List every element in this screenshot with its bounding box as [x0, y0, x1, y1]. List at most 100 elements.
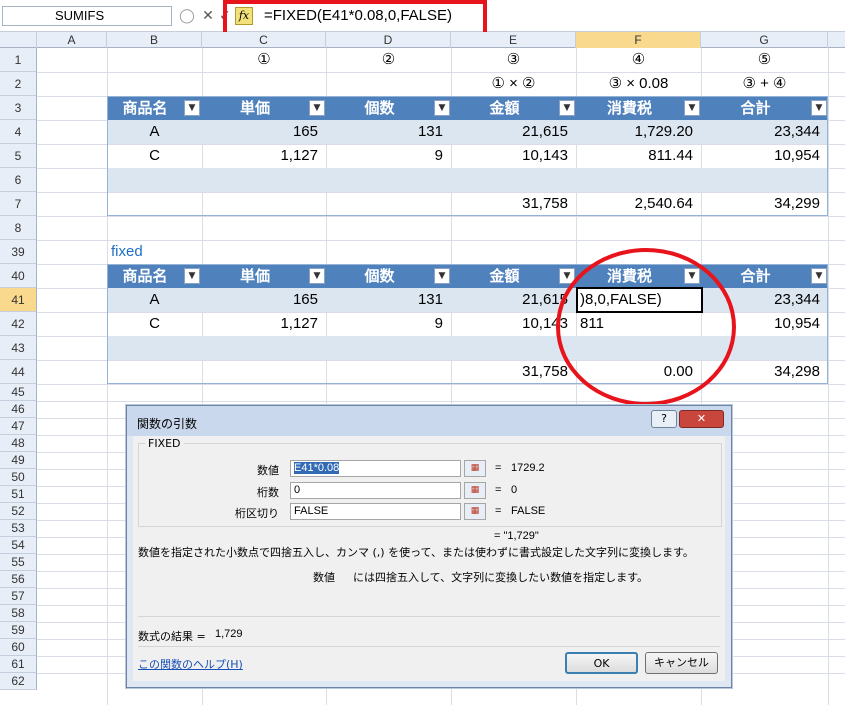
filter-dropdown-icon[interactable]: ▼	[811, 100, 827, 116]
row-header[interactable]: 43	[0, 336, 37, 360]
row-header[interactable]: 3	[0, 96, 37, 120]
note-cell[interactable]: ③ × 0.08	[576, 72, 701, 96]
row-header[interactable]: 56	[0, 571, 37, 588]
table1-total[interactable]: 31,758	[451, 192, 576, 216]
row-header[interactable]: 47	[0, 418, 37, 435]
help-button[interactable]: ?	[651, 410, 677, 428]
row-header[interactable]: 61	[0, 656, 37, 673]
table1-cell[interactable]: 10,143	[451, 144, 576, 168]
row-header[interactable]: 40	[0, 264, 37, 288]
row-header[interactable]: 54	[0, 537, 37, 554]
row-header[interactable]: 42	[0, 312, 37, 336]
note-cell[interactable]: ⑤	[701, 48, 828, 72]
table2-cell[interactable]: 21,615	[451, 288, 576, 312]
table1-cell[interactable]: 10,954	[701, 144, 828, 168]
filter-dropdown-icon[interactable]: ▼	[309, 268, 325, 284]
column-header-e[interactable]: E	[451, 32, 576, 48]
dialog-titlebar[interactable]: 関数の引数 ? ✕	[127, 406, 731, 436]
filter-dropdown-icon[interactable]: ▼	[184, 100, 200, 116]
table1-total[interactable]: 34,299	[701, 192, 828, 216]
note-cell[interactable]: ①	[202, 48, 326, 72]
row-header[interactable]: 57	[0, 588, 37, 605]
note-cell[interactable]: ③	[451, 48, 576, 72]
table1-cell[interactable]: 1,127	[202, 144, 326, 168]
row-header[interactable]: 8	[0, 216, 37, 240]
note-cell[interactable]: ① × ②	[451, 72, 576, 96]
row-header[interactable]: 7	[0, 192, 37, 216]
table2-cell[interactable]: C	[107, 312, 202, 336]
row-header[interactable]: 5	[0, 144, 37, 168]
filter-dropdown-icon[interactable]: ▼	[559, 100, 575, 116]
table2-cell[interactable]: 9	[326, 312, 451, 336]
row-header[interactable]: 51	[0, 486, 37, 503]
cancel-icon[interactable]: ✕	[199, 6, 217, 26]
table1-cell[interactable]: 165	[202, 120, 326, 144]
arg-input-decimals[interactable]: 0	[290, 482, 461, 499]
row-header[interactable]: 41	[0, 288, 37, 312]
row-header[interactable]: 49	[0, 452, 37, 469]
note-cell[interactable]: ④	[576, 48, 701, 72]
table2-header-product: 商品名	[122, 267, 168, 285]
row-header[interactable]: 1	[0, 48, 37, 72]
arg-input-no-commas[interactable]: FALSE	[290, 503, 461, 520]
filter-dropdown-icon[interactable]: ▼	[309, 100, 325, 116]
table1-cell[interactable]: A	[107, 120, 202, 144]
range-select-icon[interactable]: ▦	[464, 460, 486, 477]
table1-cell[interactable]: 9	[326, 144, 451, 168]
column-header-d[interactable]: D	[326, 32, 451, 48]
table1-total[interactable]: 2,540.64	[576, 192, 701, 216]
table2-cell[interactable]: A	[107, 288, 202, 312]
filter-dropdown-icon[interactable]: ▼	[184, 268, 200, 284]
row-header[interactable]: 60	[0, 639, 37, 656]
help-link-text[interactable]: この関数のヘルプ(H)	[138, 658, 243, 671]
table2-cell[interactable]: 165	[202, 288, 326, 312]
column-header-b[interactable]: B	[107, 32, 202, 48]
column-header-c[interactable]: C	[202, 32, 326, 48]
note-cell[interactable]: ②	[326, 48, 451, 72]
cancel-button[interactable]: キャンセル	[645, 652, 718, 674]
filter-dropdown-icon[interactable]: ▼	[434, 100, 450, 116]
row-header[interactable]: 6	[0, 168, 37, 192]
arg-result-no-commas: FALSE	[511, 505, 546, 517]
range-select-icon[interactable]: ▦	[464, 482, 486, 499]
table1-cell[interactable]: 131	[326, 120, 451, 144]
row-header[interactable]: 62	[0, 673, 37, 690]
table1-cell[interactable]: 1,729.20	[576, 120, 701, 144]
column-header-f[interactable]: F	[576, 32, 701, 48]
table2-cell[interactable]: 1,127	[202, 312, 326, 336]
dropdown-circle-icon[interactable]: ◯	[178, 6, 196, 26]
close-button[interactable]: ✕	[679, 410, 724, 428]
range-select-icon[interactable]: ▦	[464, 503, 486, 520]
table1-cell[interactable]: 811.44	[576, 144, 701, 168]
column-header-a[interactable]: A	[37, 32, 107, 48]
section-label[interactable]: fixed	[111, 240, 201, 264]
name-box[interactable]: SUMIFS	[2, 6, 172, 26]
select-all-corner[interactable]	[0, 32, 37, 48]
row-header[interactable]: 44	[0, 360, 37, 384]
row-header[interactable]: 59	[0, 622, 37, 639]
table1-cell[interactable]: 23,344	[701, 120, 828, 144]
arg-input-number[interactable]: E41*0.08	[290, 460, 461, 477]
row-header[interactable]: 53	[0, 520, 37, 537]
row-header[interactable]: 55	[0, 554, 37, 571]
filter-dropdown-icon[interactable]: ▼	[434, 268, 450, 284]
row-header[interactable]: 50	[0, 469, 37, 486]
row-header[interactable]: 58	[0, 605, 37, 622]
help-link[interactable]: この関数のヘルプ(H)	[138, 656, 243, 672]
table2-cell[interactable]: 131	[326, 288, 451, 312]
note-cell[interactable]: ③ + ④	[701, 72, 828, 96]
row-header[interactable]: 2	[0, 72, 37, 96]
row-header[interactable]: 45	[0, 384, 37, 401]
row-header[interactable]: 4	[0, 120, 37, 144]
row-header[interactable]: 52	[0, 503, 37, 520]
row-header[interactable]: 46	[0, 401, 37, 418]
ok-button[interactable]: OK	[565, 652, 638, 674]
filter-dropdown-icon[interactable]: ▼	[811, 268, 827, 284]
column-header-g[interactable]: G	[701, 32, 828, 48]
row-header[interactable]: 39	[0, 240, 37, 264]
row-header[interactable]: 48	[0, 435, 37, 452]
filter-dropdown-icon[interactable]: ▼	[684, 100, 700, 116]
table2-total[interactable]: 31,758	[451, 360, 576, 384]
table1-cell[interactable]: 21,615	[451, 120, 576, 144]
table1-cell[interactable]: C	[107, 144, 202, 168]
